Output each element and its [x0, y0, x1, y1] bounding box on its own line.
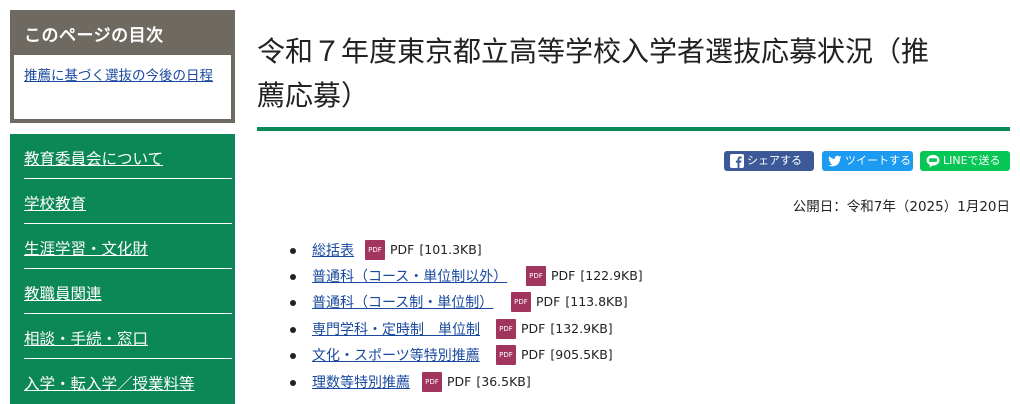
toc-link-schedule[interactable]: 推薦に基づく選抜の今後の日程: [24, 68, 213, 84]
file-link-culture-sports[interactable]: 文化・スポーツ等特別推薦: [312, 345, 480, 365]
file-size: [132.9KB]: [550, 321, 613, 336]
page-title-line2: 薦応募）: [257, 79, 370, 112]
file-link-science[interactable]: 理数等特別推薦: [312, 372, 410, 392]
file-meta: PDF PDF [132.9KB]: [496, 318, 613, 339]
file-size: [905.5KB]: [550, 347, 613, 362]
sidebar-item-label[interactable]: 教育委員会について: [24, 147, 163, 169]
file-size: [113.8KB]: [565, 294, 628, 309]
page-title-line1: 令和７年度東京都立高等学校入学者選抜応募状況（推: [257, 35, 930, 68]
list-item: 普通科（コース制・単位制） PDF PDF [113.8KB]: [290, 290, 790, 314]
toc-box: 推薦に基づく選抜の今後の日程: [14, 55, 231, 119]
sidebar-item-admission[interactable]: 入学・転入学／授業料等: [24, 359, 232, 404]
line-send-label: LINEで送る: [943, 154, 1001, 167]
facebook-share-button[interactable]: シェアする: [724, 151, 814, 171]
file-type: PDF: [447, 374, 472, 389]
file-meta: PDF PDF [36.5KB]: [422, 371, 531, 392]
file-meta: PDF PDF [101.3KB]: [365, 239, 482, 260]
file-link-general-other[interactable]: 普通科（コース・単位制以外）: [312, 266, 507, 286]
file-type: PDF: [551, 268, 576, 283]
sidebar-item-label[interactable]: 教職員関連: [24, 282, 102, 304]
twitter-tweet-button[interactable]: ツイートする: [822, 151, 913, 171]
file-link-specialized[interactable]: 専門学科・定時制 単位制: [312, 319, 480, 339]
list-item: 理数等特別推薦 PDF PDF [36.5KB]: [290, 370, 790, 394]
sidebar-item-board[interactable]: 教育委員会について: [24, 134, 232, 179]
file-size: [101.3KB]: [419, 242, 482, 257]
list-item: 総括表 PDF PDF [101.3KB]: [290, 238, 790, 262]
pdf-icon: PDF: [496, 318, 516, 339]
file-type: PDF: [390, 242, 415, 257]
bullet-icon: [290, 380, 296, 386]
twitter-tweet-label: ツイートする: [845, 154, 911, 167]
file-meta: PDF PDF [905.5KB]: [496, 344, 613, 365]
file-size: [122.9KB]: [580, 268, 643, 283]
bullet-icon: [290, 274, 296, 280]
sidebar-nav: 教育委員会について 学校教育 生涯学習・文化財 教職員関連 相談・手続・窓口 入…: [10, 134, 235, 404]
bullet-icon: [290, 353, 296, 359]
pdf-icon: PDF: [526, 265, 546, 286]
sidebar-item-label[interactable]: 学校教育: [24, 192, 86, 214]
sidebar-item-lifelong-learning[interactable]: 生涯学習・文化財: [24, 224, 232, 269]
list-item: 専門学科・定時制 単位制 PDF PDF [132.9KB]: [290, 317, 790, 341]
bullet-icon: [290, 300, 296, 306]
pdf-icon: PDF: [422, 371, 442, 392]
line-send-button[interactable]: LINEで送る: [920, 151, 1010, 171]
bullet-icon: [290, 248, 296, 254]
sidebar-item-consultation[interactable]: 相談・手続・窓口: [24, 314, 232, 359]
sidebar-item-school-education[interactable]: 学校教育: [24, 179, 232, 224]
title-divider: [257, 127, 1010, 131]
facebook-icon: [730, 154, 744, 168]
file-type: PDF: [521, 321, 546, 336]
sidebar-item-label[interactable]: 生涯学習・文化財: [24, 237, 148, 259]
page-title: 令和７年度東京都立高等学校入学者選抜応募状況（推 薦応募）: [257, 30, 997, 118]
pdf-icon: PDF: [496, 344, 516, 365]
list-item: 普通科（コース・単位制以外） PDF PDF [122.9KB]: [290, 264, 790, 288]
publish-date: 公開日：令和7年（2025）1月20日: [792, 199, 1010, 215]
sidebar-item-staff[interactable]: 教職員関連: [24, 269, 232, 314]
file-meta: PDF PDF [122.9KB]: [526, 265, 643, 286]
pdf-icon: PDF: [511, 291, 531, 312]
file-type: PDF: [521, 347, 546, 362]
file-meta: PDF PDF [113.8KB]: [511, 291, 628, 312]
sidebar-item-label[interactable]: 入学・転入学／授業料等: [24, 372, 195, 394]
line-icon: [926, 154, 940, 168]
sidebar-item-label[interactable]: 相談・手続・窓口: [24, 327, 148, 349]
toc-title: このページの目次: [24, 26, 164, 46]
bullet-icon: [290, 327, 296, 333]
twitter-bird-icon: [828, 155, 842, 167]
facebook-share-label: シェアする: [747, 154, 802, 167]
toc-panel: このページの目次 推薦に基づく選抜の今後の日程: [10, 10, 235, 123]
file-link-summary[interactable]: 総括表: [312, 240, 354, 260]
file-size: [36.5KB]: [476, 374, 531, 389]
file-link-general-course[interactable]: 普通科（コース制・単位制）: [312, 292, 493, 312]
list-item: 文化・スポーツ等特別推薦 PDF PDF [905.5KB]: [290, 343, 790, 367]
pdf-icon: PDF: [365, 239, 385, 260]
file-type: PDF: [536, 294, 561, 309]
